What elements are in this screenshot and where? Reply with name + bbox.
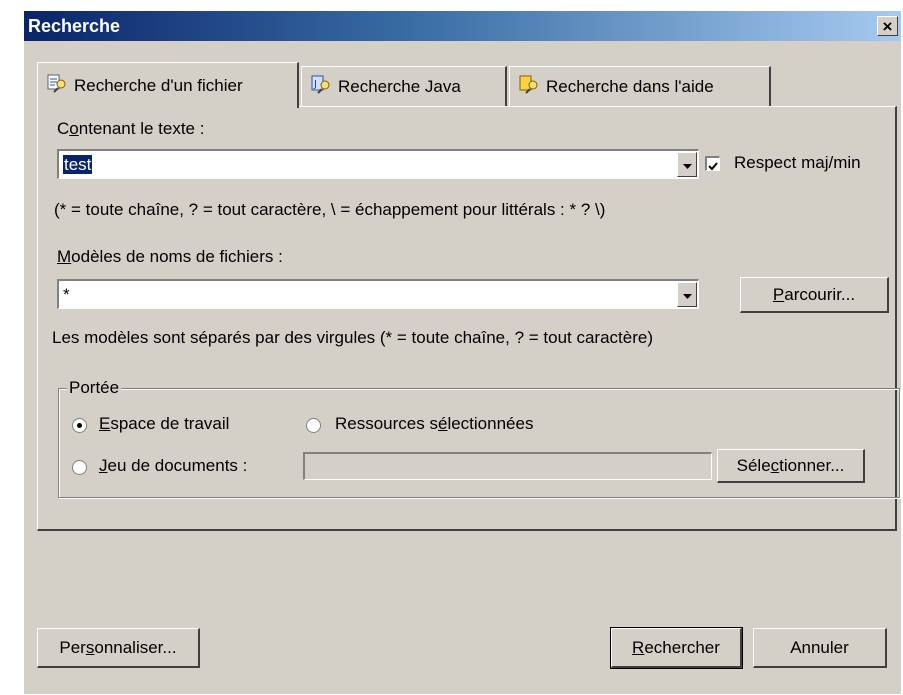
radio-dot xyxy=(77,423,82,428)
help-search-icon xyxy=(518,74,540,99)
select-working-set-button[interactable]: Sélectionner... xyxy=(717,449,865,483)
scope-legend: Portée xyxy=(67,378,122,398)
select-button-label: Sélectionner... xyxy=(736,455,845,475)
file-search-icon xyxy=(46,73,68,98)
tab-help-search[interactable]: Recherche dans l'aide xyxy=(509,66,771,106)
browse-button-label: Parcourir... xyxy=(772,284,856,304)
customize-button[interactable]: Personnaliser... xyxy=(37,628,200,668)
scope-group: Portée Espace de travail Ressources séle… xyxy=(58,378,900,498)
file-patterns-combo[interactable]: * xyxy=(57,279,699,309)
file-patterns-dropdown-button[interactable] xyxy=(677,282,697,307)
tab-label: Recherche dans l'aide xyxy=(546,76,714,96)
containing-text-combo[interactable]: test xyxy=(57,149,699,179)
tab-label: Recherche d'un fichier xyxy=(74,75,243,95)
containing-text-dropdown-button[interactable] xyxy=(677,152,697,177)
containing-text-label: Contenant le texte : xyxy=(57,119,205,138)
working-set-field[interactable] xyxy=(303,452,712,480)
tab-file-search[interactable]: Recherche d'un fichier xyxy=(37,62,299,108)
close-button[interactable]: × xyxy=(877,16,898,36)
workspace-label[interactable]: Espace de travail xyxy=(99,414,229,434)
case-sensitive-checkbox[interactable] xyxy=(705,156,720,171)
search-button[interactable]: Rechercher xyxy=(610,627,743,669)
file-patterns-value: * xyxy=(63,285,70,304)
browse-button[interactable]: Parcourir... xyxy=(740,277,889,313)
cancel-button-label: Annuler xyxy=(790,637,849,657)
customize-button-label: Personnaliser... xyxy=(59,637,177,657)
title-bar[interactable]: Recherche × xyxy=(24,11,901,41)
cancel-button[interactable]: Annuler xyxy=(753,628,887,668)
chevron-down-icon xyxy=(682,285,692,305)
containing-text-value: test xyxy=(63,155,93,174)
file-patterns-label: Modèles de noms de fichiers : xyxy=(57,247,283,266)
window-title: Recherche xyxy=(28,16,121,36)
search-button-label: Rechercher xyxy=(632,637,720,657)
svg-text:J: J xyxy=(313,79,317,90)
tab-label: Recherche Java xyxy=(338,76,461,96)
search-dialog: Recherche × Recherche d'un fichier J Rec… xyxy=(23,10,901,694)
tab-java-search[interactable]: J Recherche Java xyxy=(301,66,507,106)
java-search-icon: J xyxy=(310,74,332,99)
workspace-radio[interactable] xyxy=(72,418,87,433)
chevron-down-icon xyxy=(682,155,692,175)
working-set-radio[interactable] xyxy=(72,460,87,475)
case-sensitive-label[interactable]: Respect maj/min xyxy=(734,153,861,173)
checkmark-icon xyxy=(707,158,719,178)
selected-resources-label[interactable]: Ressources sélectionnées xyxy=(335,414,533,434)
working-set-label[interactable]: Jeu de documents : xyxy=(99,456,247,476)
containing-text-hint: (* = toute chaîne, ? = tout caractère, \… xyxy=(54,200,606,219)
close-icon: × xyxy=(882,16,893,36)
file-patterns-hint: Les modèles sont séparés par des virgule… xyxy=(52,328,654,347)
selected-resources-radio[interactable] xyxy=(306,418,321,433)
